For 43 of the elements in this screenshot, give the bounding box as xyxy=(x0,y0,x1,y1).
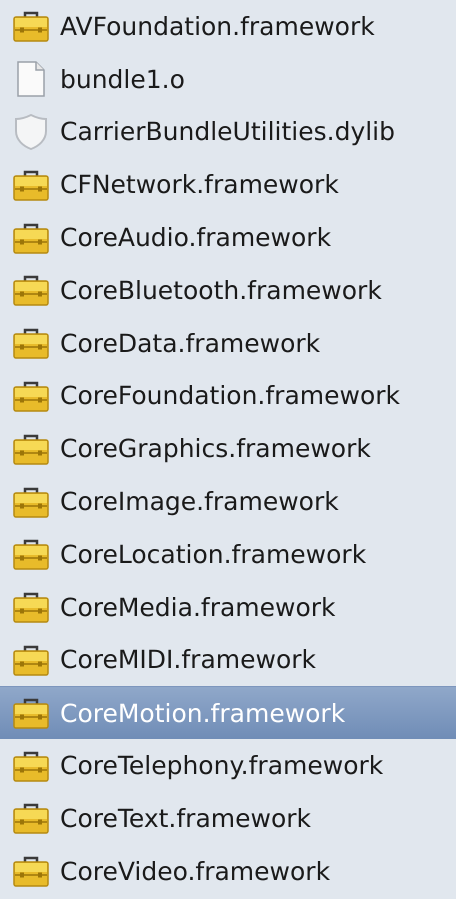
file-name: CoreTelephony.framework xyxy=(60,751,384,780)
file-name: CoreAudio.framework xyxy=(60,223,332,252)
file-row[interactable]: CoreLocation.framework xyxy=(0,528,456,581)
file-name: CoreBluetooth.framework xyxy=(60,276,382,305)
file-row[interactable]: CoreAudio.framework xyxy=(0,211,456,264)
briefcase-icon xyxy=(12,9,50,44)
file-row[interactable]: CoreData.framework xyxy=(0,316,456,370)
file-row[interactable]: CarrierBundleUtilities.dylib xyxy=(0,106,456,158)
file-name: CoreImage.framework xyxy=(60,487,339,516)
briefcase-icon xyxy=(12,326,50,360)
file-row[interactable]: bundle1.o xyxy=(0,52,456,106)
shield-icon xyxy=(13,112,49,151)
file-name: CoreVideo.framework xyxy=(60,856,330,886)
file-row[interactable]: CoreBluetooth.framework xyxy=(0,264,456,317)
file-name: CoreGraphics.framework xyxy=(60,434,371,464)
file-row[interactable]: CoreImage.framework xyxy=(0,475,456,528)
file-row[interactable]: CFNetwork.framework xyxy=(0,158,456,212)
file-name: CoreText.framework xyxy=(60,804,312,833)
file-name: CoreMotion.framework xyxy=(60,698,346,728)
file-name: CoreLocation.framework xyxy=(60,540,366,569)
briefcase-icon xyxy=(12,537,50,572)
file-row[interactable]: CoreGraphics.framework xyxy=(0,422,456,476)
briefcase-icon xyxy=(12,854,50,888)
file-row[interactable]: CoreTelephony.framework xyxy=(0,739,456,792)
briefcase-icon xyxy=(12,590,50,624)
file-name: CoreMedia.framework xyxy=(60,592,336,622)
briefcase-icon xyxy=(12,801,50,836)
file-row[interactable]: CoreMIDI.framework xyxy=(0,634,456,686)
file-row[interactable]: CoreText.framework xyxy=(0,792,456,845)
file-name: CoreData.framework xyxy=(60,328,320,358)
briefcase-icon xyxy=(12,696,50,730)
document-icon xyxy=(16,60,46,98)
file-name: AVFoundation.framework xyxy=(60,12,375,41)
file-row[interactable]: CoreFoundation.framework xyxy=(0,370,456,422)
file-name: bundle1.o xyxy=(60,64,185,94)
file-name: CarrierBundleUtilities.dylib xyxy=(60,117,395,146)
file-name: CoreMIDI.framework xyxy=(60,645,316,674)
file-row[interactable]: AVFoundation.framework xyxy=(0,0,456,53)
file-name: CFNetwork.framework xyxy=(60,170,339,200)
file-name: CoreFoundation.framework xyxy=(60,381,400,410)
file-row[interactable]: CoreMedia.framework xyxy=(0,580,456,634)
briefcase-icon xyxy=(12,273,50,308)
file-row[interactable]: CoreVideo.framework xyxy=(0,844,456,898)
